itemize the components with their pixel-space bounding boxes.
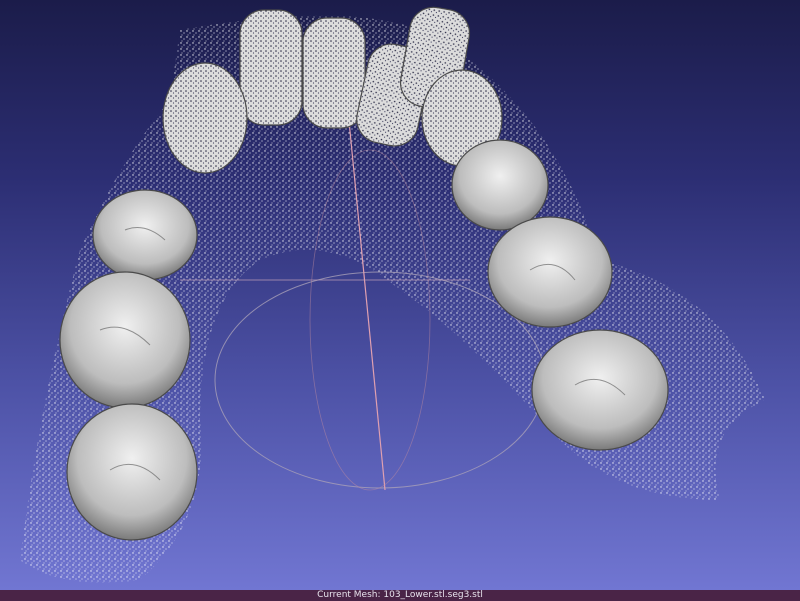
mesh-render[interactable] — [0, 0, 800, 590]
tooth-incisor-2 — [302, 17, 366, 129]
tooth-canine-left — [162, 62, 248, 174]
tooth-molar-left-2 — [66, 403, 198, 541]
tooth-molar-right-1 — [487, 216, 613, 328]
tooth-molar-left-1 — [59, 271, 191, 409]
status-bar: Current Mesh: 103_Lower.stl.seg3.stl — [0, 590, 800, 601]
tooth-incisor-1 — [239, 9, 303, 126]
tooth-premolar-left — [92, 189, 198, 281]
3d-viewport[interactable] — [0, 0, 800, 590]
tooth-premolar-right-1 — [451, 139, 549, 231]
tooth-molar-right-2 — [531, 329, 669, 451]
current-mesh-label: Current Mesh: 103_Lower.stl.seg3.stl — [317, 590, 483, 600]
